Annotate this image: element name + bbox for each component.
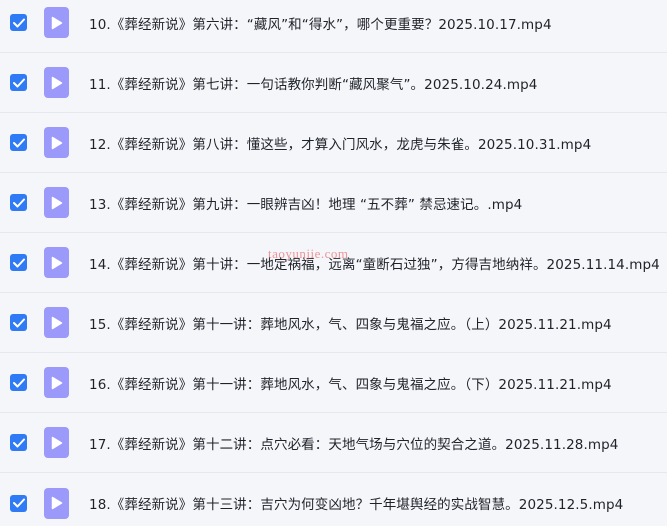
file-list: 10.《葬经新说》第六讲：“藏风”和“得水”，哪个更重要？2025.10.17.…	[0, 0, 667, 526]
file-row[interactable]: 18.《葬经新说》第十三讲：吉穴为何变凶地？千年堪舆经的实战智慧。2025.12…	[0, 473, 667, 526]
video-play-icon	[44, 247, 69, 278]
file-name: 15.《葬经新说》第十一讲：葬地风水，气、四象与鬼福之应。（上）2025.11.…	[89, 316, 612, 333]
file-name: 12.《葬经新说》第八讲：懂这些，才算入门风水，龙虎与朱雀。2025.10.31…	[89, 136, 592, 153]
file-name: 16.《葬经新说》第十一讲：葬地风水，气、四象与鬼福之应。（下）2025.11.…	[89, 376, 612, 393]
file-name: 13.《葬经新说》第九讲：一眼辨吉凶！地理 “五不葬” 禁忌速记。.mp4	[89, 196, 523, 213]
file-name: 11.《葬经新说》第七讲：一句话教你判断“藏风聚气”。2025.10.24.mp…	[89, 76, 538, 93]
checkbox-checked-icon[interactable]	[10, 314, 27, 331]
file-row[interactable]: 10.《葬经新说》第六讲：“藏风”和“得水”，哪个更重要？2025.10.17.…	[0, 0, 667, 53]
file-name: 18.《葬经新说》第十三讲：吉穴为何变凶地？千年堪舆经的实战智慧。2025.12…	[89, 497, 624, 513]
file-name: 17.《葬经新说》第十二讲：点穴必看：天地气场与穴位的契合之道。2025.11.…	[89, 436, 619, 453]
file-row[interactable]: 15.《葬经新说》第十一讲：葬地风水，气、四象与鬼福之应。（上）2025.11.…	[0, 293, 667, 353]
checkbox-checked-icon[interactable]	[10, 254, 27, 271]
video-play-icon	[44, 187, 69, 218]
file-row[interactable]: 14.《葬经新说》第十讲：一地定祸福，远离“童断石过独”，方得吉地纳祥。2025…	[0, 233, 667, 293]
checkbox-checked-icon[interactable]	[10, 434, 27, 451]
video-play-icon	[44, 427, 69, 458]
video-play-icon	[44, 67, 69, 98]
checkbox-checked-icon[interactable]	[10, 374, 27, 391]
file-row[interactable]: 16.《葬经新说》第十一讲：葬地风水，气、四象与鬼福之应。（下）2025.11.…	[0, 353, 667, 413]
file-name: 10.《葬经新说》第六讲：“藏风”和“得水”，哪个更重要？2025.10.17.…	[89, 16, 552, 33]
checkbox-checked-icon[interactable]	[10, 194, 27, 211]
file-row[interactable]: 12.《葬经新说》第八讲：懂这些，才算入门风水，龙虎与朱雀。2025.10.31…	[0, 113, 667, 173]
checkbox-checked-icon[interactable]	[10, 14, 27, 31]
file-row[interactable]: 13.《葬经新说》第九讲：一眼辨吉凶！地理 “五不葬” 禁忌速记。.mp4	[0, 173, 667, 233]
checkbox-checked-icon[interactable]	[10, 494, 27, 512]
video-play-icon	[44, 307, 69, 338]
file-row[interactable]: 11.《葬经新说》第七讲：一句话教你判断“藏风聚气”。2025.10.24.mp…	[0, 53, 667, 113]
video-play-icon	[44, 7, 69, 38]
video-play-icon	[44, 367, 69, 398]
checkbox-checked-icon[interactable]	[10, 134, 27, 151]
file-row[interactable]: 17.《葬经新说》第十二讲：点穴必看：天地气场与穴位的契合之道。2025.11.…	[0, 413, 667, 473]
video-play-icon	[44, 127, 69, 158]
checkbox-checked-icon[interactable]	[10, 74, 27, 91]
video-play-icon	[44, 487, 69, 519]
file-name: 14.《葬经新说》第十讲：一地定祸福，远离“童断石过独”，方得吉地纳祥。2025…	[89, 256, 660, 273]
